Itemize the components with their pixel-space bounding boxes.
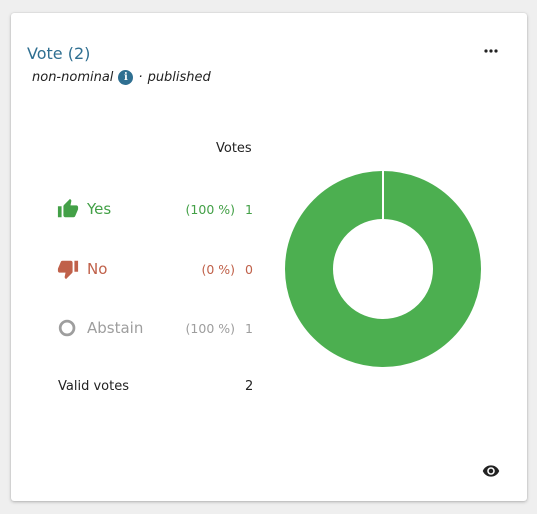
option-label: No: [87, 260, 108, 278]
eye-icon: [482, 465, 500, 477]
more-horizontal-icon: [484, 49, 498, 53]
result-row-yes: Yes (100 %) 1: [57, 198, 253, 220]
more-options-button[interactable]: [481, 41, 501, 61]
vote-donut-chart: [285, 171, 481, 367]
poll-state: published: [147, 70, 211, 85]
votes-column-header: Votes: [216, 141, 252, 156]
option-percent: (100 %): [185, 321, 235, 336]
poll-card: Vote (2) non-nominal i · published Votes…: [11, 13, 527, 501]
subtitle-separator: ·: [138, 70, 143, 85]
thumb-down-icon: [57, 260, 79, 280]
poll-type: non-nominal: [32, 70, 114, 85]
option-percent: (0 %): [201, 262, 235, 277]
poll-subtitle: non-nominal i · published: [32, 70, 211, 85]
option-count: 0: [245, 262, 253, 277]
poll-title[interactable]: Vote (2): [27, 44, 90, 63]
option-count: 1: [245, 202, 253, 217]
thumb-up-icon: [57, 198, 79, 218]
option-count: 1: [245, 321, 253, 336]
valid-votes-count: 2: [245, 379, 254, 394]
result-row-abstain: Abstain (100 %) 1: [57, 317, 253, 339]
visibility-button[interactable]: [481, 461, 501, 481]
result-row-no: No (0 %) 0: [57, 258, 253, 280]
info-icon[interactable]: i: [118, 70, 134, 85]
option-label: Yes: [87, 200, 112, 218]
valid-votes-label: Valid votes: [58, 379, 129, 394]
option-percent: (100 %): [185, 202, 235, 217]
circle-outline-icon: [58, 319, 76, 337]
option-label: Abstain: [87, 319, 144, 337]
